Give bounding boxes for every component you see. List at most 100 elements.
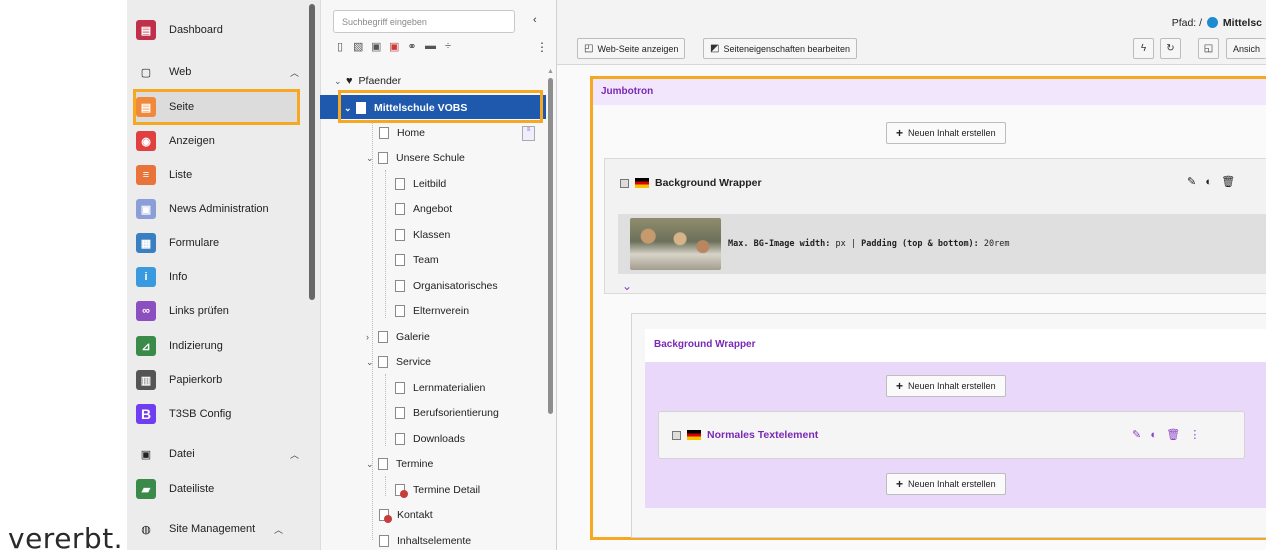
- chevron-down-icon[interactable]: ⌄: [344, 103, 352, 114]
- tree-node-termine-label: Termine: [396, 458, 434, 470]
- filelist-icon: ▰: [136, 479, 156, 499]
- pencil-icon[interactable]: ✎: [1187, 176, 1196, 188]
- refresh-icon: ↻: [1166, 43, 1175, 54]
- chevron-up-icon: ︿: [289, 449, 299, 460]
- module-datei-label: Datei: [169, 448, 195, 460]
- reload-button[interactable]: ↻: [1160, 38, 1181, 59]
- tree-node-root-label: Pfaender: [358, 75, 402, 87]
- new-divider-icon[interactable]: ÷: [443, 40, 453, 53]
- breadcrumb: Pfad: / Mittelsc: [1172, 17, 1262, 29]
- trash-icon[interactable]: 🗑: [1166, 429, 1180, 441]
- page-icon: [395, 407, 405, 419]
- module-seite[interactable]: ▤ Seite: [133, 93, 313, 121]
- module-formulare[interactable]: ▦ Formulare: [133, 229, 313, 257]
- new-content-button[interactable]: + Neuen Inhalt erstellen: [886, 122, 1006, 144]
- chevron-right-icon[interactable]: ›: [366, 332, 372, 342]
- module-info[interactable]: i Info: [133, 263, 313, 291]
- jumbotron-header: Jumbotron: [593, 79, 1266, 105]
- module-anzeigen[interactable]: ◉ Anzeigen: [133, 127, 313, 155]
- module-liste-label: Liste: [169, 169, 193, 181]
- tree-node-organisatorisches[interactable]: Organisatorisches: [395, 277, 498, 295]
- tree-node-downloads[interactable]: Downloads: [395, 430, 465, 448]
- module-papierkorb[interactable]: ▥ Papierkorb: [133, 366, 313, 394]
- module-liste[interactable]: ≡ Liste: [133, 161, 313, 189]
- edit-page-properties-button[interactable]: ◩ Seiteneigenschaften bearbeiten: [703, 38, 858, 59]
- module-dateiliste[interactable]: ▰ Dateiliste: [133, 475, 313, 503]
- page-icon: [395, 178, 405, 190]
- new-content-button[interactable]: + Neuen Inhalt erstellen: [886, 375, 1006, 397]
- page-icon: [395, 305, 405, 317]
- trash-icon[interactable]: 🗑: [1221, 176, 1235, 188]
- tree-node-inhaltselemente-label: Inhaltselemente: [397, 535, 472, 547]
- view-mode-select[interactable]: Ansich: [1226, 38, 1266, 59]
- clear-cache-button[interactable]: ϟ: [1133, 38, 1154, 59]
- tree-node-unsere-schule-label: Unsere Schule: [396, 152, 465, 164]
- tree-search-input[interactable]: Suchbegriff eingeben: [333, 10, 515, 33]
- tree-node-angebot[interactable]: Angebot: [395, 200, 452, 218]
- collapse-tree-icon[interactable]: ‹: [533, 14, 537, 26]
- tree-more-icon[interactable]: ⋮: [536, 40, 548, 54]
- tree-node-termine[interactable]: ⌄ Termine: [366, 455, 433, 473]
- breadcrumb-page[interactable]: Mittelsc: [1223, 17, 1262, 29]
- restricted-page-icon: [379, 509, 392, 523]
- pencil-icon[interactable]: ✎: [1132, 429, 1141, 441]
- tree-node-unsere-schule[interactable]: ⌄ Unsere Schule: [366, 149, 465, 167]
- screen: vererbt. ▤ Dashboard ▢ Web ︿ ▤ Seite ◉ A…: [0, 0, 1266, 550]
- chevron-up-icon: ︿: [289, 67, 299, 78]
- new-link-icon[interactable]: ⚭: [407, 40, 417, 53]
- tree-node-klassen[interactable]: Klassen: [395, 226, 450, 244]
- chevron-down-icon[interactable]: ⌄: [622, 279, 632, 293]
- new-page-icon[interactable]: ▯: [335, 40, 345, 53]
- tree-node-kontakt[interactable]: Kontakt: [379, 506, 433, 524]
- toggle-visibility-icon[interactable]: ◐: [1150, 429, 1157, 441]
- tree-node-elternverein[interactable]: Elternverein: [395, 302, 469, 320]
- module-links[interactable]: ∞ Links prüfen: [133, 297, 313, 325]
- scroll-up-icon[interactable]: ▲: [547, 68, 554, 75]
- module-t3sb[interactable]: B T3SB Config: [133, 400, 313, 428]
- toggle-visibility-icon[interactable]: ◐: [1205, 176, 1212, 188]
- text-element-title[interactable]: Normales Textelement: [672, 429, 818, 441]
- content-info-icon: ≡: [522, 126, 535, 141]
- indexing-icon: ⊿: [136, 336, 156, 356]
- shortcut-button[interactable]: ◱: [1198, 38, 1219, 59]
- tree-node-berufsorientierung[interactable]: Berufsorientierung: [395, 404, 499, 422]
- tree-node-service[interactable]: ⌄ Service: [366, 353, 431, 371]
- tree-node-home[interactable]: Home: [379, 124, 425, 142]
- tree-node-termine-detail[interactable]: Termine Detail: [395, 481, 480, 499]
- module-news[interactable]: ▣ News Administration: [133, 195, 313, 223]
- tree-node-leitbild[interactable]: Leitbild: [395, 175, 446, 193]
- chevron-down-icon[interactable]: ⌄: [366, 357, 374, 368]
- page-icon: [395, 433, 405, 445]
- chevron-down-icon[interactable]: ⌄: [334, 76, 342, 87]
- tree-node-inhaltselemente[interactable]: Inhaltselemente: [379, 532, 471, 550]
- module-indizierung[interactable]: ⊿ Indizierung: [133, 332, 313, 360]
- tree-node-mittelschule[interactable]: ⌄ Mittelschule VOBS: [344, 99, 467, 117]
- tree-node-termine-detail-label: Termine Detail: [413, 484, 481, 496]
- preview-value2: 20rem: [983, 239, 1010, 249]
- tree-node-angebot-label: Angebot: [413, 203, 453, 215]
- more-icon[interactable]: ⋮: [1189, 429, 1200, 441]
- chevron-down-icon[interactable]: ⌄: [366, 459, 374, 470]
- module-group-site-management[interactable]: ◍ Site Management ︿: [133, 515, 313, 543]
- new-page-image-icon[interactable]: ▧: [353, 40, 363, 53]
- tree-scrollbar[interactable]: [548, 78, 553, 414]
- site-root-page-icon: [356, 102, 366, 114]
- tree-node-root[interactable]: ⌄ ♥ Pfaender: [334, 72, 401, 90]
- new-page-restricted-icon[interactable]: ▣: [389, 40, 399, 53]
- tree-node-team-label: Team: [413, 254, 439, 266]
- breadcrumb-label: Pfad: /: [1171, 17, 1203, 29]
- module-group-web[interactable]: ▢ Web ︿: [133, 58, 313, 86]
- tree-node-team[interactable]: Team: [395, 251, 439, 269]
- file-image-icon: ▣: [140, 448, 152, 461]
- view-webpage-button[interactable]: ◰ Web-Seite anzeigen: [577, 38, 686, 59]
- module-dashboard[interactable]: ▤ Dashboard: [133, 16, 313, 44]
- text-element-label: Normales Textelement: [707, 429, 819, 441]
- module-group-datei[interactable]: ▣ Datei ︿: [133, 440, 313, 468]
- new-page-shortcut-icon[interactable]: ▣: [371, 40, 381, 53]
- chevron-down-icon[interactable]: ⌄: [366, 153, 374, 164]
- info-icon: i: [136, 267, 156, 287]
- tree-node-lernmaterialien[interactable]: Lernmaterialien: [395, 379, 485, 397]
- new-folder-icon[interactable]: ▬: [425, 40, 436, 53]
- tree-node-galerie[interactable]: › Galerie: [366, 328, 430, 346]
- new-content-button[interactable]: + Neuen Inhalt erstellen: [886, 473, 1006, 495]
